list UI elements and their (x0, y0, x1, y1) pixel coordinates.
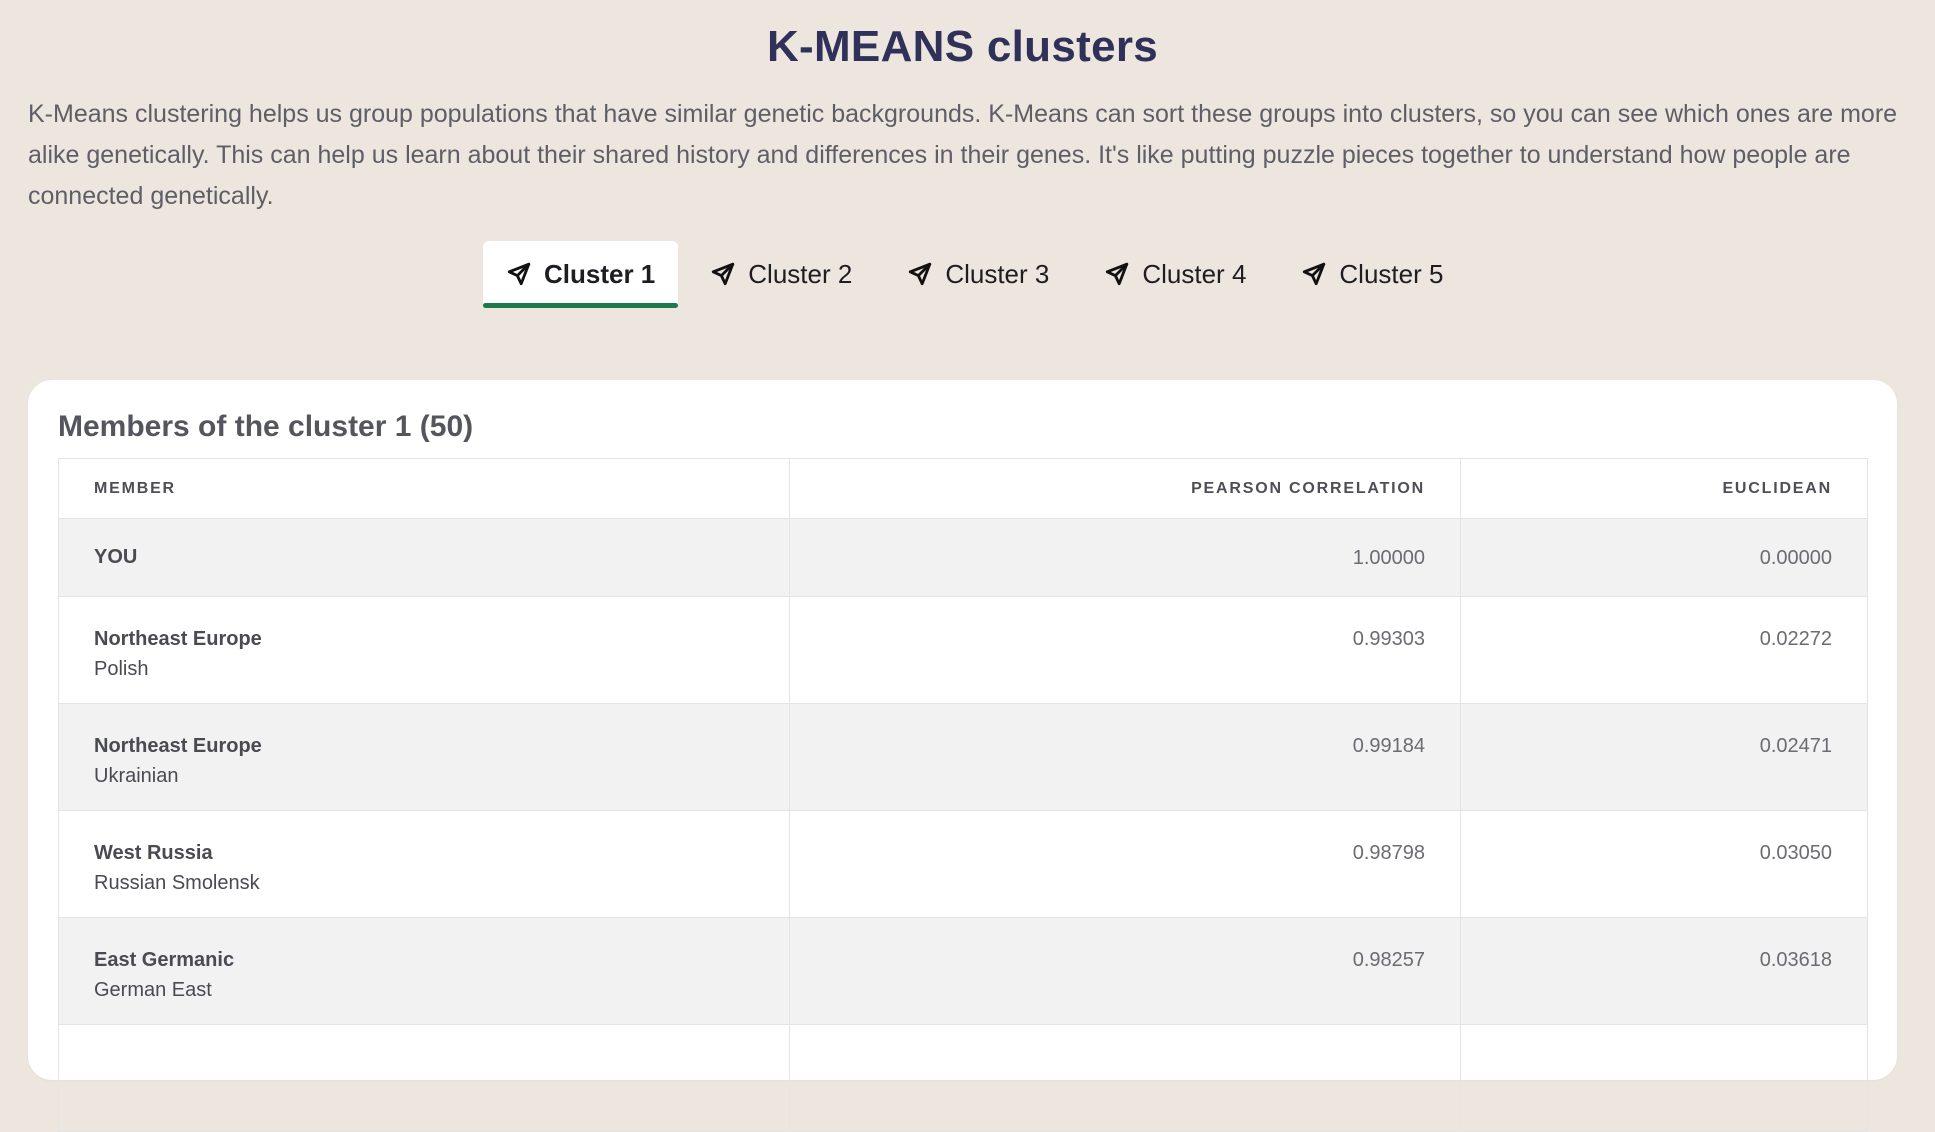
table-row: Northeast Europe Ukrainian 0.99184 0.024… (58, 703, 1868, 811)
euclidean-cell: 0.02471 (1460, 703, 1868, 811)
tab-label: Cluster 1 (544, 258, 656, 289)
pearson-value: 0.99303 (1352, 628, 1425, 650)
member-region: Northeast Europe (94, 628, 262, 650)
euclidean-cell: 0.03050 (1460, 810, 1868, 918)
cluster-tabs: Cluster 1 Cluster 2 Cluster 3 Cluster 4 … (483, 241, 1466, 308)
column-header-member[interactable]: MEMBER (58, 458, 790, 519)
column-header-euclidean[interactable]: EUCLIDEAN (1460, 458, 1868, 519)
pearson-value: 0.98257 (1352, 949, 1425, 971)
pearson-cell: 0.99303 (789, 596, 1461, 704)
pearson-value: 0.98798 (1352, 842, 1425, 864)
page-title: K-MEANS clusters (766, 22, 1159, 71)
table-row: Northeast Europe Polish 0.99303 0.02272 (58, 596, 1868, 704)
members-table: MEMBER PEARSON CORRELATION EUCLIDEAN YOU… (58, 458, 1868, 1132)
member-cell: YOU (58, 518, 790, 597)
table-row: East Germanic German East 0.98257 0.0361… (58, 917, 1868, 1025)
table-header-row: MEMBER PEARSON CORRELATION EUCLIDEAN (58, 458, 1868, 519)
euclidean-value: 0.02471 (1759, 735, 1832, 757)
euclidean-cell (1460, 1024, 1868, 1132)
member-cell: Northeast Europe Ukrainian (58, 703, 790, 811)
member-region: East Germanic (94, 949, 235, 971)
pearson-cell: 0.98798 (789, 810, 1461, 918)
send-icon (1104, 261, 1130, 287)
member-cell (58, 1024, 790, 1132)
euclidean-cell: 0.03618 (1460, 917, 1868, 1025)
tab-cluster-1[interactable]: Cluster 1 (483, 241, 679, 308)
table-row-you: YOU 1.00000 0.00000 (58, 518, 1868, 597)
tab-cluster-3[interactable]: Cluster 3 (884, 241, 1072, 307)
member-region: West Russia (94, 842, 213, 864)
pearson-cell: 1.00000 (789, 518, 1461, 597)
pearson-value: 0.99184 (1352, 735, 1425, 757)
tab-cluster-4[interactable]: Cluster 4 (1081, 241, 1269, 307)
members-title: Members of the cluster 1 (50) (58, 410, 474, 443)
pearson-cell (789, 1024, 1461, 1132)
euclidean-cell: 0.02272 (1460, 596, 1868, 704)
pearson-value: 1.00000 (1352, 546, 1425, 569)
send-icon (907, 261, 933, 287)
tab-cluster-5[interactable]: Cluster 5 (1278, 241, 1466, 307)
member-population: Polish (94, 658, 149, 680)
member-population: Ukrainian (94, 765, 179, 787)
member-cell: Northeast Europe Polish (58, 596, 790, 704)
member-population: Russian Smolensk (94, 872, 260, 894)
euclidean-value: 0.00000 (1759, 546, 1832, 569)
table-row: West Russia Russian Smolensk 0.98798 0.0… (58, 810, 1868, 918)
table-row (58, 1024, 1868, 1132)
tab-label: Cluster 4 (1142, 258, 1247, 289)
intro-text: K-Means clustering helps us group popula… (28, 100, 1898, 210)
member-region: Northeast Europe (94, 735, 262, 757)
euclidean-value: 0.03050 (1759, 842, 1832, 864)
send-icon (506, 261, 532, 287)
euclidean-value: 0.03618 (1759, 949, 1832, 971)
tab-label: Cluster 3 (945, 258, 1050, 289)
cluster-members-card: Members of the cluster 1 (50) MEMBER PEA… (28, 380, 1897, 1132)
tab-label: Cluster 5 (1339, 258, 1444, 289)
you-label: YOU (94, 546, 138, 568)
pearson-cell: 0.98257 (789, 917, 1461, 1025)
euclidean-value: 0.02272 (1759, 628, 1832, 650)
send-icon (1301, 261, 1327, 287)
column-header-pearson[interactable]: PEARSON CORRELATION (789, 458, 1461, 519)
send-icon (710, 261, 736, 287)
member-cell: West Russia Russian Smolensk (58, 810, 790, 918)
tab-cluster-2[interactable]: Cluster 2 (687, 241, 875, 307)
tab-label: Cluster 2 (748, 258, 853, 289)
euclidean-cell: 0.00000 (1460, 518, 1868, 597)
member-population: German East (94, 979, 212, 1001)
member-cell: East Germanic German East (58, 917, 790, 1025)
pearson-cell: 0.99184 (789, 703, 1461, 811)
